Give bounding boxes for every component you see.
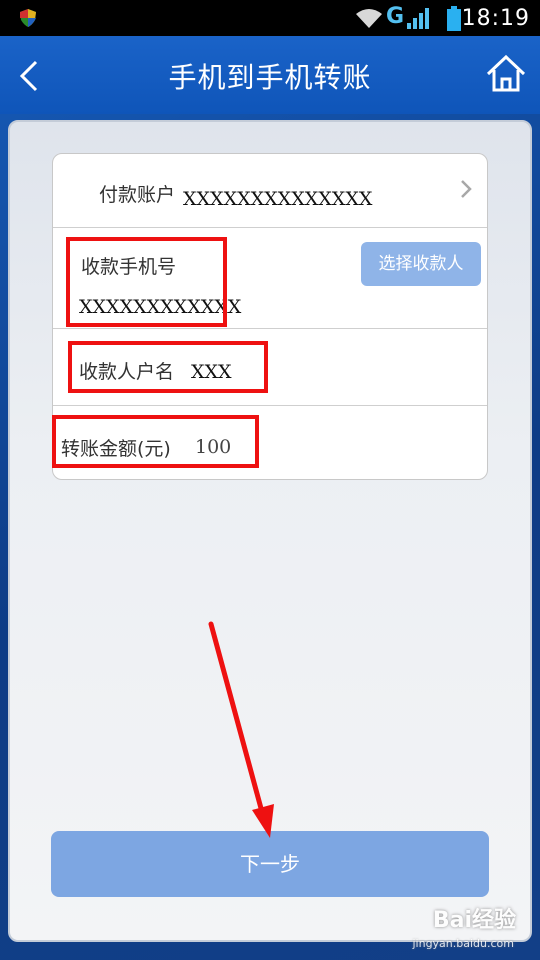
annotation-box-name xyxy=(68,341,268,393)
wifi-icon xyxy=(356,9,382,28)
payer-account-label: 付款账户 xyxy=(99,184,176,206)
annotation-box-phone xyxy=(66,237,227,327)
shield-icon xyxy=(20,9,36,27)
annotation-box-amount xyxy=(52,415,259,468)
payer-account-value: XXXXXXXXXXXXXX xyxy=(183,188,373,210)
watermark-logo: Bai经验 xyxy=(432,908,516,933)
payer-account-row[interactable]: 付款账户 XXXXXXXXXXXXXX xyxy=(53,154,487,228)
watermark-url: jingyan.baidu.com xyxy=(412,937,514,950)
chevron-right-icon xyxy=(461,180,472,198)
battery-icon xyxy=(447,6,461,31)
status-time: 18:19 xyxy=(461,6,530,31)
app-header: 手机到手机转账 xyxy=(0,36,540,114)
network-type: G xyxy=(386,4,405,29)
signal-icon xyxy=(407,8,429,29)
status-bar: G 18:19 xyxy=(0,0,540,36)
page-title: 手机到手机转账 xyxy=(168,61,372,94)
home-icon[interactable] xyxy=(484,52,528,96)
next-step-button[interactable]: 下一步 xyxy=(51,831,489,897)
select-payee-button[interactable]: 选择收款人 xyxy=(361,242,481,286)
